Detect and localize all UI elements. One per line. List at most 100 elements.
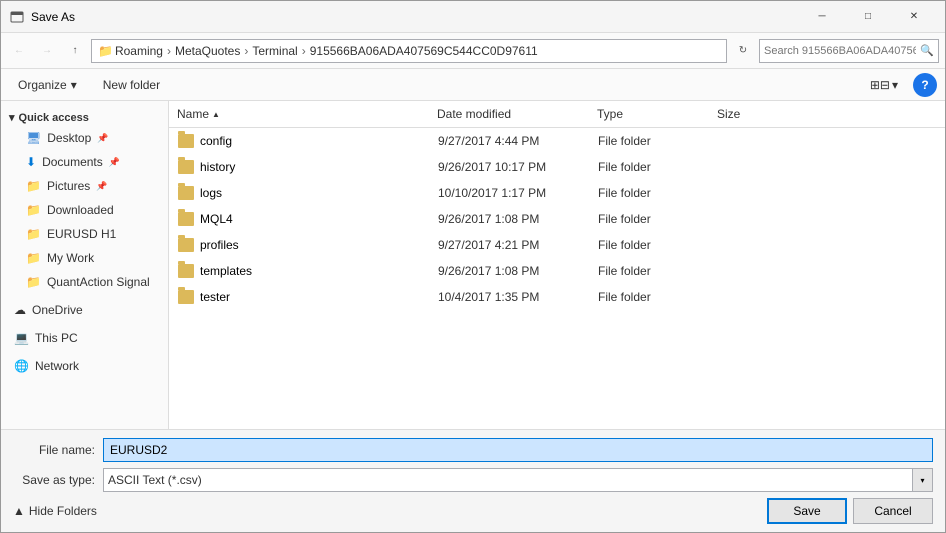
chevron-down-icon: ▾ [9,111,15,124]
forward-button[interactable]: → [35,39,59,63]
dialog-title: Save As [31,10,799,24]
save-label: Save [793,504,820,518]
desktop-folder-icon: 🖥 [26,131,41,145]
hide-folders-button[interactable]: ▲ Hide Folders [13,504,97,518]
col-date-label: Date modified [437,107,511,121]
path-segment: 📁 Roaming › MetaQuotes › Terminal › 9155… [98,44,538,58]
file-name: tester [200,290,230,304]
filename-input[interactable] [103,438,933,462]
sidebar-item-downloaded[interactable]: 📁 Downloaded [1,198,168,222]
organize-button[interactable]: Organize ▾ [9,73,86,97]
folder-icon [178,264,194,278]
table-row[interactable]: history 9/26/2017 10:17 PM File folder [169,154,945,180]
file-name: logs [200,186,222,200]
new-folder-label: New folder [103,78,160,92]
sidebar-item-pictures[interactable]: 📁 Pictures 📌 [1,174,168,198]
file-size-cell [710,268,790,274]
col-type-label: Type [597,107,623,121]
file-size-cell [710,190,790,196]
file-name: templates [200,264,252,278]
folder-icon [178,212,194,226]
sidebar-item-mywork[interactable]: 📁 My Work [1,246,168,270]
minimize-button[interactable]: ─ [799,1,845,33]
table-row[interactable]: templates 9/26/2017 1:08 PM File folder [169,258,945,284]
file-date-cell: 9/27/2017 4:44 PM [430,131,590,151]
save-button[interactable]: Save [767,498,847,524]
col-header-date[interactable]: Date modified [429,103,589,125]
organize-chevron-icon: ▾ [71,78,77,92]
file-size-cell [710,216,790,222]
col-header-size[interactable]: Size [709,103,789,125]
file-type-cell: File folder [590,287,710,307]
dialog-icon [9,9,25,25]
onedrive-icon: ☁ [14,303,26,317]
saveastype-label: Save as type: [13,473,103,487]
saveastype-value: ASCII Text (*.csv) [108,473,912,487]
sidebar-item-documents[interactable]: ⬇ Documents 📌 [1,150,168,174]
help-button[interactable]: ? [913,73,937,97]
refresh-button[interactable]: ↻ [731,39,755,63]
saveastype-select[interactable]: ASCII Text (*.csv) ▾ [103,468,933,492]
table-row[interactable]: tester 10/4/2017 1:35 PM File folder [169,284,945,310]
sidebar-item-eurusd[interactable]: 📁 EURUSD H1 [1,222,168,246]
folder-icon [178,290,194,304]
thispc-icon: 💻 [14,331,29,345]
search-input[interactable] [764,45,916,57]
sidebar-item-label: Pictures [47,179,90,193]
col-size-label: Size [717,107,740,121]
file-type-cell: File folder [590,183,710,203]
file-name: config [200,134,232,148]
col-name-label: Name [177,107,209,121]
file-size-cell [710,138,790,144]
search-box[interactable]: 🔍 [759,39,939,63]
cancel-button[interactable]: Cancel [853,498,933,524]
address-path[interactable]: 📁 Roaming › MetaQuotes › Terminal › 9155… [91,39,727,63]
file-type-cell: File folder [590,157,710,177]
sidebar-item-network[interactable]: 🌐 Network [1,354,168,378]
file-type-cell: File folder [590,131,710,151]
saveastype-dropdown-icon[interactable]: ▾ [912,469,932,491]
file-name-cell: history [170,157,430,177]
view-button[interactable]: ⊞⊟ ▾ [863,73,905,97]
up-button[interactable]: ↑ [63,39,87,63]
sidebar-item-onedrive[interactable]: ☁ OneDrive [1,298,168,322]
file-size-cell [710,164,790,170]
file-name-cell: logs [170,183,430,203]
table-row[interactable]: profiles 9/27/2017 4:21 PM File folder [169,232,945,258]
sidebar-item-desktop[interactable]: 🖥 Desktop 📌 [1,126,168,150]
table-row[interactable]: config 9/27/2017 4:44 PM File folder [169,128,945,154]
sidebar-item-quantaction[interactable]: 📁 QuantAction Signal [1,270,168,294]
new-folder-button[interactable]: New folder [94,73,169,97]
organize-label: Organize [18,78,67,92]
table-row[interactable]: logs 10/10/2017 1:17 PM File folder [169,180,945,206]
folder-icon [178,160,194,174]
file-type-cell: File folder [590,235,710,255]
sidebar-item-thispc[interactable]: 💻 This PC [1,326,168,350]
sidebar: ▾ Quick access 🖥 Desktop 📌 ⬇ Documents 📌… [1,101,169,429]
col-header-name[interactable]: Name ▲ [169,103,429,125]
maximize-button[interactable]: □ [845,1,891,33]
file-rows-container: config 9/27/2017 4:44 PM File folder his… [169,128,945,310]
hide-folders-label: Hide Folders [29,504,97,518]
sidebar-item-label: My Work [47,251,94,265]
pin-icon: 📌 [109,157,120,168]
view-grid-icon: ⊞⊟ [870,78,890,92]
quick-access-header: ▾ Quick access [1,105,168,126]
bottom-bar: File name: Save as type: ASCII Text (*.c… [1,429,945,532]
file-date-cell: 10/10/2017 1:17 PM [430,183,590,203]
col-header-type[interactable]: Type [589,103,709,125]
close-button[interactable]: ✕ [891,1,937,33]
file-date-cell: 9/27/2017 4:21 PM [430,235,590,255]
eurusd-folder-icon: 📁 [26,227,41,241]
file-name: MQL4 [200,212,233,226]
table-row[interactable]: MQL4 9/26/2017 1:08 PM File folder [169,206,945,232]
search-icon: 🔍 [920,44,934,57]
file-size-cell [710,294,790,300]
file-name-cell: tester [170,287,430,307]
cancel-label: Cancel [874,504,911,518]
downloaded-folder-icon: 📁 [26,203,41,217]
file-name: history [200,160,235,174]
back-button[interactable]: ← [7,39,31,63]
window-controls: ─ □ ✕ [799,1,937,33]
chevron-up-icon: ▲ [13,504,25,518]
